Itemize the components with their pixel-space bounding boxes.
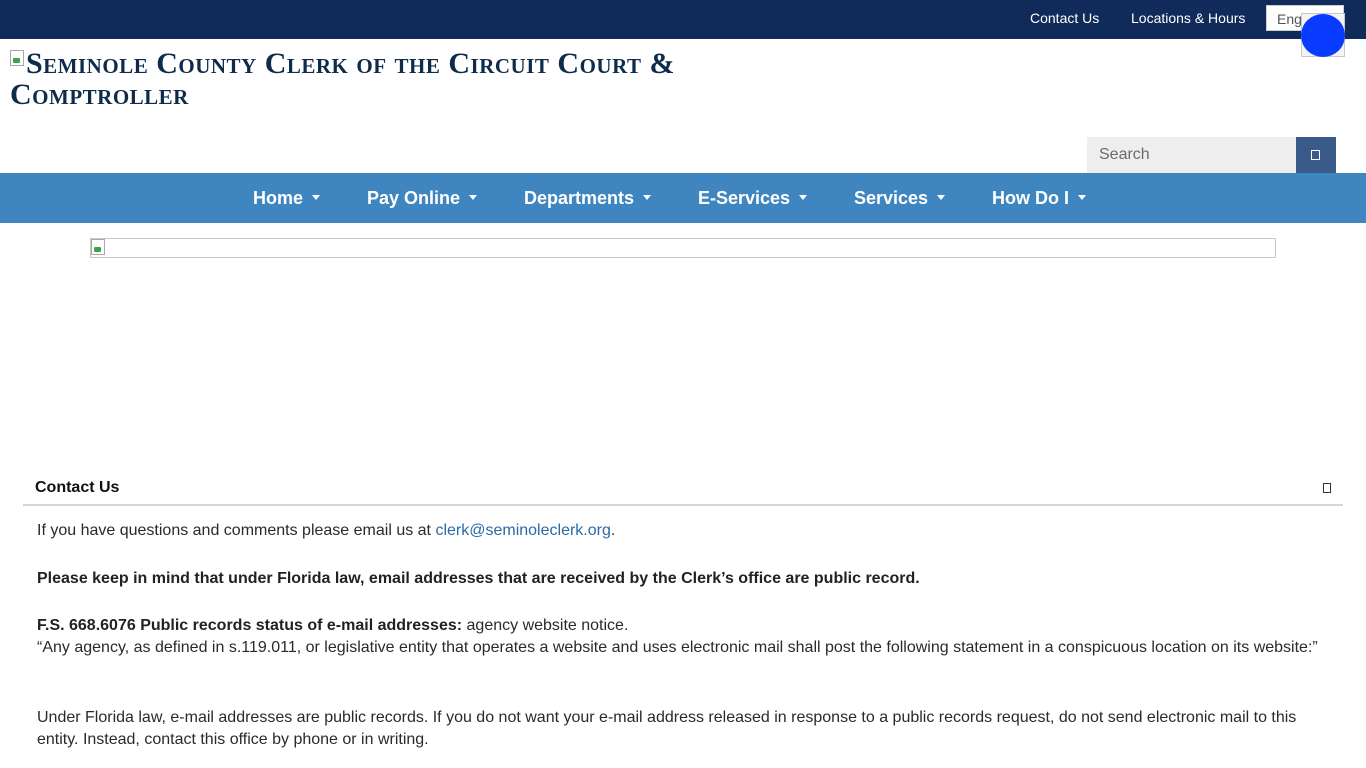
email-link[interactable]: clerk@seminoleclerk.org	[435, 522, 610, 539]
statute-quote: “Any agency, as defined in s.119.011, or…	[37, 639, 1318, 656]
banner-image	[90, 238, 1276, 258]
contact-panel-header[interactable]: Contact Us	[23, 470, 1343, 506]
accessibility-widget-button[interactable]	[1301, 14, 1345, 57]
panel-title: Contact Us	[35, 479, 120, 496]
main-navigation: Home Pay Online Departments E-Services S…	[0, 173, 1366, 223]
nav-item-home[interactable]: Home	[253, 188, 321, 209]
public-record-notice: Please keep in mind that under Florida l…	[37, 568, 1329, 590]
nav-item-label: Departments	[524, 188, 635, 208]
nav-item-label: How Do I	[992, 188, 1069, 208]
search-input[interactable]	[1087, 137, 1296, 173]
caret-down-icon	[937, 194, 946, 200]
locations-hours-link[interactable]: Locations & Hours	[1131, 10, 1245, 26]
contact-intro: If you have questions and comments pleas…	[37, 520, 1329, 542]
intro-end: .	[610, 522, 616, 539]
broken-image-icon	[10, 50, 24, 66]
caret-down-icon	[312, 194, 321, 200]
nav-item-label: Home	[253, 188, 304, 208]
nav-item-services[interactable]: Services	[854, 188, 946, 209]
nav-item-label: Services	[854, 188, 929, 208]
notice-bold-text: Please keep in mind that under Florida l…	[37, 570, 920, 587]
statute-rest: agency website notice.	[462, 617, 629, 634]
nav-item-e-services[interactable]: E-Services	[698, 188, 808, 209]
intro-text: If you have questions and comments pleas…	[37, 522, 436, 539]
nav-item-departments[interactable]: Departments	[524, 188, 652, 209]
contact-us-link[interactable]: Contact Us	[1030, 10, 1099, 26]
public-records-statement: Under Florida law, e-mail addresses are …	[37, 707, 1329, 751]
site-logo-alt-text: Seminole County Clerk of the Circuit Cou…	[10, 47, 675, 111]
nav-item-label: Pay Online	[367, 188, 461, 208]
caret-down-icon	[1078, 194, 1086, 200]
broken-image-icon	[91, 239, 105, 255]
top-utility-bar: Contact Us Locations & Hours English	[0, 0, 1366, 39]
nav-item-how-do-i[interactable]: How Do I	[992, 188, 1086, 209]
statement-text: Under Florida law, e-mail addresses are …	[37, 709, 1297, 748]
caret-down-icon	[469, 194, 478, 200]
site-logo[interactable]: Seminole County Clerk of the Circuit Cou…	[10, 48, 770, 110]
caret-down-icon	[643, 194, 652, 200]
statute-block: F.S. 668.6076 Public records status of e…	[37, 615, 1329, 659]
nav-item-label: E-Services	[698, 188, 791, 208]
search-button[interactable]	[1296, 137, 1336, 173]
search-icon	[1311, 150, 1320, 160]
nav-item-pay-online[interactable]: Pay Online	[367, 188, 478, 209]
caret-down-icon	[799, 194, 808, 200]
collapse-toggle-icon[interactable]	[1323, 483, 1331, 493]
statute-heading: F.S. 668.6076 Public records status of e…	[37, 617, 463, 634]
